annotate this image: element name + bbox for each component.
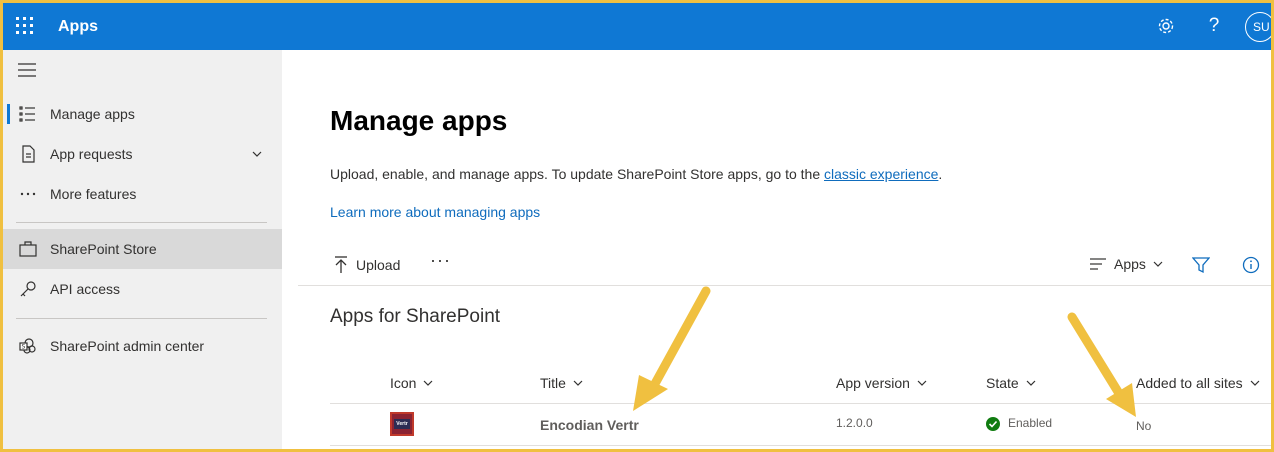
- upload-arrow-icon: [335, 256, 347, 273]
- learn-more-link[interactable]: Learn more about managing apps: [330, 204, 540, 220]
- nav-label: SharePoint admin center: [50, 338, 205, 354]
- ellipsis-icon: [20, 192, 36, 196]
- app-launcher-icon[interactable]: [16, 17, 34, 35]
- checkmark-circle-icon: [986, 416, 1000, 431]
- list-icon: [19, 106, 35, 122]
- state-label: Enabled: [1008, 416, 1053, 430]
- hamburger-menu-icon[interactable]: [18, 63, 36, 77]
- description-text: Upload, enable, and manage apps. To upda…: [330, 166, 824, 182]
- shopping-bag-icon: [19, 241, 37, 257]
- page-title: Manage apps: [330, 105, 508, 136]
- annotation-arrow-icon: [633, 286, 711, 411]
- page-description: Upload, enable, and manage apps. To upda…: [330, 166, 942, 182]
- chevron-down-icon: [1250, 380, 1260, 386]
- nav-divider: [16, 318, 267, 319]
- nav-label: More features: [50, 186, 137, 202]
- annotation-arrow-icon: [1067, 312, 1136, 417]
- settings-gear-icon[interactable]: [1155, 15, 1177, 37]
- svg-text:S: S: [22, 344, 26, 351]
- chevron-down-icon: [424, 380, 433, 386]
- more-options-button[interactable]: ···: [430, 250, 451, 271]
- column-label: App version: [836, 375, 910, 391]
- chevron-down-icon[interactable]: [251, 148, 263, 160]
- column-header-title[interactable]: Title: [540, 375, 584, 391]
- command-bar: Upload ··· Apps: [298, 246, 1271, 286]
- nav-label: App requests: [50, 146, 133, 162]
- nav-label: SharePoint Store: [50, 241, 157, 257]
- view-lines-icon: [1090, 258, 1106, 270]
- section-title: Apps for SharePoint: [330, 306, 501, 327]
- app-logo-text: Vertr: [394, 419, 410, 429]
- column-header-app-version[interactable]: App version: [836, 375, 928, 391]
- nav-sharepoint-store[interactable]: SharePoint Store: [3, 229, 282, 269]
- nav-label: Manage apps: [50, 106, 135, 122]
- nav-more-features[interactable]: More features: [3, 174, 282, 214]
- document-icon: [22, 145, 35, 163]
- column-header-state[interactable]: State: [986, 375, 1037, 391]
- top-bar: Apps ? SU: [3, 3, 1271, 50]
- left-navigation: Manage apps App requests More features S…: [3, 50, 282, 449]
- chevron-down-icon: [573, 380, 583, 386]
- column-label: Icon: [390, 375, 417, 391]
- chevron-down-icon: [1026, 380, 1036, 386]
- column-label: Added to all sites: [1136, 375, 1243, 391]
- app-version-cell: 1.2.0.0: [836, 416, 873, 430]
- classic-experience-link[interactable]: classic experience: [824, 166, 938, 182]
- description-end: .: [938, 166, 943, 182]
- nav-manage-apps[interactable]: Manage apps: [3, 94, 282, 134]
- column-label: State: [986, 375, 1019, 391]
- chevron-down-icon: [1153, 261, 1163, 267]
- view-selector-button[interactable]: Apps: [1090, 256, 1164, 272]
- filter-icon[interactable]: [1192, 256, 1210, 274]
- chevron-down-icon: [917, 380, 927, 386]
- app-state-cell: Enabled: [986, 416, 1052, 431]
- sharepoint-icon: S: [19, 338, 36, 354]
- nav-sharepoint-admin-center[interactable]: S SharePoint admin center: [3, 326, 282, 366]
- column-header-added-to-all-sites[interactable]: Added to all sites: [1136, 375, 1261, 391]
- app-title[interactable]: Apps: [58, 18, 98, 36]
- app-frame: Apps ? SU Manage apps App requests More …: [3, 3, 1271, 449]
- view-label: Apps: [1114, 256, 1146, 272]
- column-header-icon[interactable]: Icon: [390, 375, 434, 391]
- app-logo-icon: Vertr: [390, 412, 414, 436]
- column-label: Title: [540, 375, 566, 391]
- key-icon: [20, 281, 36, 297]
- nav-label: API access: [50, 281, 121, 297]
- nav-app-requests[interactable]: App requests: [3, 134, 282, 174]
- info-icon[interactable]: [1242, 256, 1260, 274]
- nav-divider: [16, 222, 267, 223]
- user-avatar[interactable]: SU: [1245, 12, 1271, 42]
- help-icon[interactable]: ?: [1203, 15, 1225, 37]
- nav-api-access[interactable]: API access: [3, 269, 282, 309]
- upload-label: Upload: [356, 257, 401, 273]
- upload-button[interactable]: Upload: [334, 256, 400, 274]
